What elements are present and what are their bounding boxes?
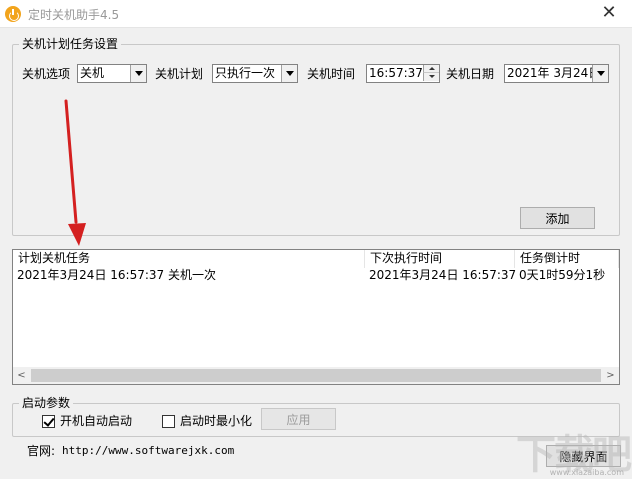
site-url[interactable]: http://www.softwarejxk.com: [62, 442, 234, 460]
time-value: 16:57:37: [369, 66, 423, 80]
table-row[interactable]: 2021年3月24日 16:57:37 关机一次 2021年3月24日 16:5…: [13, 267, 619, 284]
minimize-label[interactable]: 启动时最小化: [180, 412, 252, 430]
task-cell: 2021年3月24日 16:57:37 关机一次: [17, 268, 216, 282]
plan-select[interactable]: 只执行一次: [212, 64, 298, 83]
scroll-left-icon[interactable]: <: [13, 367, 30, 384]
countdown-cell: 0天1时59分1秒: [519, 268, 606, 282]
title-bar: 定时关机助手4.5 ✕: [0, 0, 632, 28]
column-header-countdown[interactable]: 任务倒计时: [515, 250, 619, 268]
chevron-down-icon[interactable]: [592, 65, 608, 82]
shutdown-option-select[interactable]: 关机: [77, 64, 147, 83]
scroll-thumb[interactable]: [31, 369, 601, 382]
autostart-checkbox[interactable]: [42, 415, 55, 428]
apply-button[interactable]: 应用: [261, 408, 336, 430]
horizontal-scrollbar[interactable]: < >: [13, 367, 619, 384]
plan-value: 只执行一次: [215, 66, 276, 80]
scroll-right-icon[interactable]: >: [602, 367, 619, 384]
time-label: 关机时间: [307, 67, 356, 81]
time-spinner[interactable]: 16:57:37: [366, 64, 440, 83]
plan-label: 关机计划: [155, 67, 204, 81]
date-value: 2021年 3月24日: [507, 66, 601, 80]
add-button[interactable]: 添加: [520, 207, 595, 229]
site-label: 官网:: [27, 444, 56, 458]
chevron-down-icon[interactable]: [281, 65, 297, 82]
close-button[interactable]: ✕: [586, 0, 632, 28]
chevron-down-icon[interactable]: [130, 65, 146, 82]
shutdown-settings-legend: 关机计划任务设置: [19, 37, 122, 51]
date-picker[interactable]: 2021年 3月24日: [504, 64, 609, 83]
date-label: 关机日期: [446, 67, 495, 81]
column-header-next-run[interactable]: 下次执行时间: [365, 250, 515, 268]
spin-down-icon[interactable]: [423, 73, 439, 81]
spin-up-icon[interactable]: [423, 65, 439, 73]
window-title: 定时关机助手4.5: [28, 8, 120, 22]
next-run-cell: 2021年3月24日 16:57:37: [369, 268, 517, 282]
watermark-url: www.xiazaiba.com: [549, 468, 624, 477]
startup-options-legend: 启动参数: [19, 396, 74, 410]
power-icon: [5, 6, 21, 22]
task-list-header: 计划关机任务 下次执行时间 任务倒计时: [13, 250, 619, 268]
minimize-checkbox[interactable]: [162, 415, 175, 428]
autostart-label[interactable]: 开机自动启动: [60, 412, 132, 430]
shutdown-option-label: 关机选项: [22, 67, 71, 81]
task-list[interactable]: 计划关机任务 下次执行时间 任务倒计时 2021年3月24日 16:57:37 …: [12, 249, 620, 385]
column-header-task[interactable]: 计划关机任务: [13, 250, 365, 268]
shutdown-option-value: 关机: [80, 66, 105, 80]
